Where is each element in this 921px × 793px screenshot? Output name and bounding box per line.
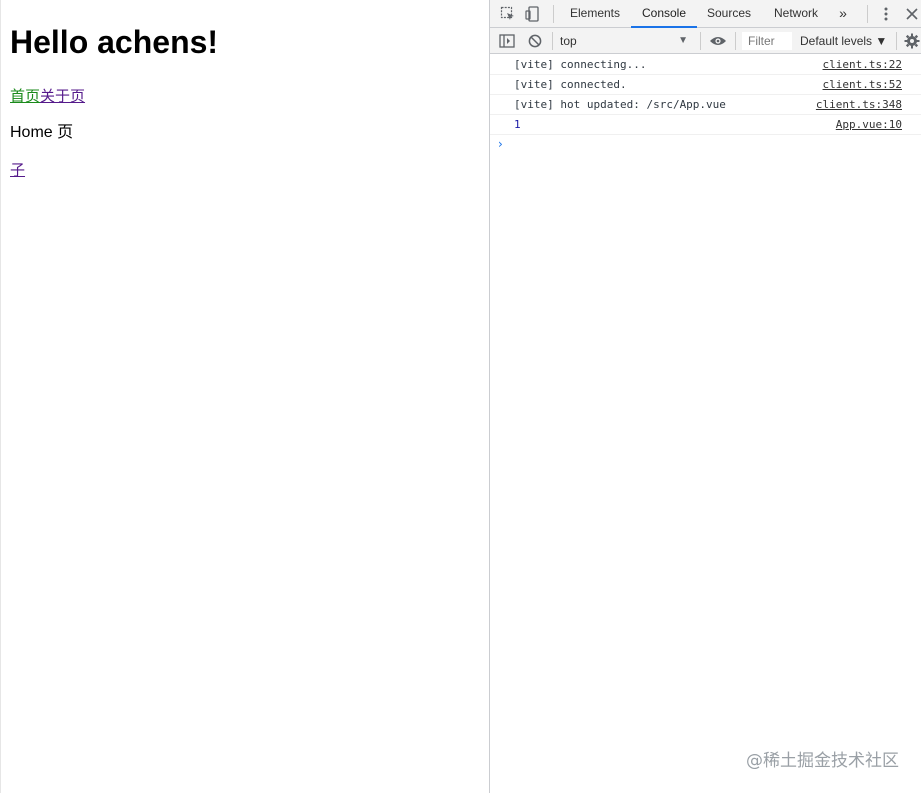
home-page-text: Home 页 (10, 124, 74, 141)
sidebar-toggle-icon[interactable] (497, 31, 517, 51)
console-message: [vite] connecting... client.ts:22 (490, 55, 921, 75)
nav-link-about[interactable]: 关于页 (40, 87, 85, 105)
kebab-menu-icon[interactable] (876, 4, 896, 24)
gear-icon[interactable] (902, 31, 921, 51)
console-message: [vite] hot updated: /src/App.vue client.… (490, 95, 921, 115)
close-icon[interactable] (902, 4, 921, 24)
toolbar-divider (700, 32, 701, 50)
console-prompt[interactable]: › (490, 135, 921, 155)
filter-input[interactable]: Filter (742, 32, 792, 50)
devtools-tabbar: Elements Console Sources Network » (490, 0, 921, 28)
toolbar-divider (735, 32, 736, 50)
chevron-down-icon: ▼ (678, 35, 688, 46)
source-link[interactable]: client.ts:52 (823, 75, 902, 95)
toolbar-divider (896, 32, 897, 50)
inspect-icon[interactable] (498, 4, 518, 24)
log-levels-dropdown[interactable]: Default levels ▼ (800, 32, 887, 50)
device-toggle-icon[interactable] (523, 4, 543, 24)
source-link[interactable]: client.ts:348 (816, 95, 902, 115)
toolbar-divider (552, 32, 553, 50)
eye-icon[interactable] (708, 31, 728, 51)
console-message: [vite] connected. client.ts:52 (490, 75, 921, 95)
prompt-chevron-icon: › (498, 137, 503, 151)
console-message: 1 App.vue:10 (490, 115, 921, 135)
tab-elements[interactable]: Elements (566, 0, 624, 28)
tabbar-divider (553, 5, 554, 23)
more-tabs-button[interactable]: » (836, 0, 850, 28)
page-viewport: Hello achens! 首页关于页 Home 页 子 (0, 0, 489, 793)
tab-console[interactable]: Console (631, 0, 697, 28)
console-toolbar: top ▼ Filter Default levels ▼ (490, 28, 921, 54)
source-link[interactable]: App.vue:10 (836, 115, 902, 135)
page-heading: Hello achens! (10, 24, 219, 60)
clear-console-icon[interactable] (525, 31, 545, 51)
watermark: @稀土掘金技术社区 (746, 751, 899, 771)
router-nav: 首页关于页 (10, 87, 85, 105)
console-messages: [vite] connecting... client.ts:22 [vite]… (490, 55, 921, 155)
tab-sources[interactable]: Sources (704, 0, 754, 28)
tab-network[interactable]: Network (769, 0, 823, 28)
devtools-panel: Elements Console Sources Network » top ▼… (489, 0, 921, 793)
tabbar-divider (867, 5, 868, 23)
source-link[interactable]: client.ts:22 (823, 55, 902, 75)
context-selector[interactable]: top ▼ (560, 32, 692, 50)
child-link[interactable]: 子 (10, 161, 25, 179)
nav-link-home[interactable]: 首页 (10, 87, 40, 105)
